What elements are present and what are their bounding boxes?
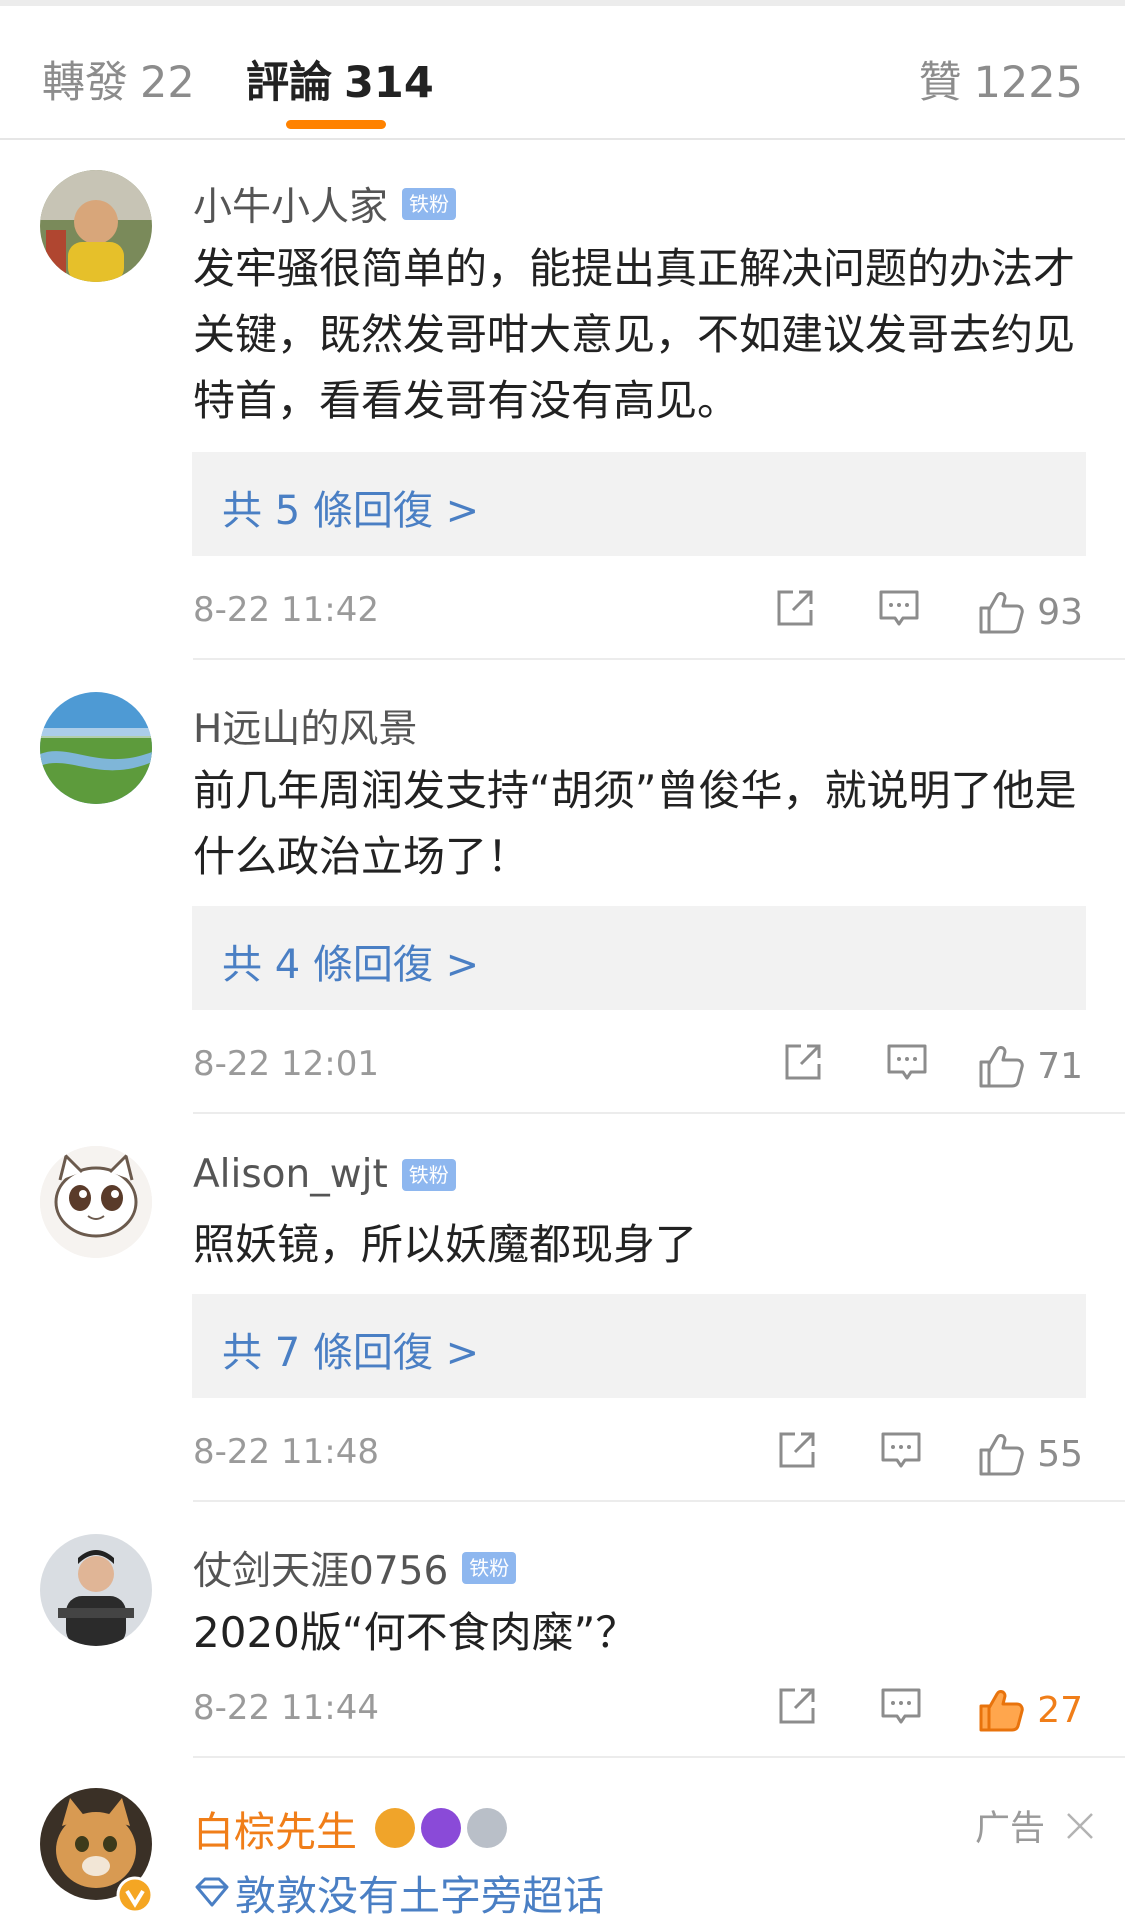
fan-badge: 铁粉 <box>462 1552 517 1584</box>
close-icon[interactable] <box>1065 1811 1095 1841</box>
comment-icon[interactable] <box>877 586 921 630</box>
verified-icon <box>116 1876 154 1914</box>
thumbs-up-icon <box>977 1430 1025 1478</box>
like-button-active[interactable]: 27 <box>977 1680 1083 1740</box>
like-count: 93 <box>1037 591 1083 633</box>
timestamp: 8-22 11:44 <box>193 1688 379 1728</box>
comment-text: 2020版“何不食肉糜”？ <box>193 1608 638 1657</box>
username-text: Alison_wjt <box>193 1152 388 1197</box>
avatar[interactable] <box>40 692 152 804</box>
share-icon[interactable] <box>775 1428 819 1472</box>
like-button[interactable]: 93 <box>977 582 1083 642</box>
comment-text: 前几年周润发支持“胡须”曾俊华，就说明了他是什么政治立场了！ <box>193 766 1077 881</box>
ad-item[interactable]: 白棕先生 广告 敦敦没有土字旁超话 <box>0 1758 1125 1920</box>
username[interactable]: 小牛小人家 铁粉 <box>193 176 457 232</box>
comment-text: 照妖镜，所以妖魔都现身了 <box>193 1220 698 1269</box>
timestamp: 8-22 11:48 <box>193 1432 379 1472</box>
fan-badge: 铁粉 <box>401 1158 456 1191</box>
ad-username[interactable]: 白棕先生 <box>193 1798 507 1858</box>
username[interactable]: Alison_wjt 铁粉 <box>193 1152 456 1197</box>
comment-meta: 8-22 11:48 55 <box>193 1424 1083 1484</box>
username[interactable]: H远山的风景 <box>193 698 417 754</box>
thumbs-up-icon <box>977 588 1025 636</box>
tab-comments[interactable]: 評論 314 <box>246 48 434 110</box>
ad-label-text: 广告 <box>974 1809 1045 1849</box>
avatar[interactable] <box>40 170 152 282</box>
tab-comments-count: 314 <box>344 58 434 108</box>
comment-meta: 8-22 11:42 93 <box>193 582 1083 642</box>
crown-icon <box>375 1808 415 1848</box>
timestamp: 8-22 11:42 <box>193 590 379 630</box>
supertopic-link[interactable]: 敦敦没有土字旁超话 <box>193 1862 604 1922</box>
comment-meta: 8-22 12:01 71 <box>193 1036 1083 1096</box>
thumbs-up-icon <box>977 1042 1025 1090</box>
comment-icon[interactable] <box>885 1040 929 1084</box>
comment-item: Alison_wjt 铁粉 照妖镜，所以妖魔都现身了 共 7 條回復 > 8-2… <box>0 1114 1125 1502</box>
like-count: 27 <box>1037 1689 1083 1731</box>
username[interactable]: 仗剑天涯0756 铁粉 <box>193 1540 517 1596</box>
comment-text: 发牢骚很简单的，能提出真正解决问题的办法才关键，既然发哥咁大意见，不如建议发哥去… <box>193 244 1076 425</box>
avatar[interactable] <box>40 1534 152 1646</box>
like-count: 55 <box>1037 1433 1083 1475</box>
tab-bar: 轉發 22 評論 314 贊 1225 <box>0 6 1125 140</box>
medal-icon <box>467 1808 507 1848</box>
tab-comments-label: 評論 <box>246 58 332 108</box>
avatar[interactable] <box>40 1146 152 1258</box>
comment-icon[interactable] <box>879 1684 923 1728</box>
comment-item: 仗剑天涯0756 铁粉 2020版“何不食肉糜”？ 8-22 11:44 27 <box>0 1502 1125 1758</box>
replies-button[interactable]: 共 5 條回復 > <box>192 452 1086 556</box>
comment-meta: 8-22 11:44 27 <box>193 1680 1083 1740</box>
user-badges <box>369 1808 507 1848</box>
timestamp: 8-22 12:01 <box>193 1044 379 1084</box>
like-button[interactable]: 71 <box>977 1036 1083 1096</box>
tab-repost-label: 轉發 <box>42 58 128 108</box>
thumbs-up-filled-icon <box>977 1686 1025 1734</box>
supertopic-text: 敦敦没有土字旁超话 <box>235 1872 604 1920</box>
share-icon[interactable] <box>775 1684 819 1728</box>
replies-label: 共 4 條回復 > <box>222 942 480 988</box>
tab-likes[interactable]: 贊 1225 <box>919 48 1083 110</box>
tab-repost-count: 22 <box>140 58 195 108</box>
diamond-icon <box>195 1877 229 1907</box>
share-icon[interactable] <box>773 586 817 630</box>
pick-badge-icon <box>421 1808 461 1848</box>
replies-button[interactable]: 共 7 條回復 > <box>192 1294 1086 1398</box>
username-text: 仗剑天涯0756 <box>193 1549 449 1594</box>
replies-button[interactable]: 共 4 條回復 > <box>192 906 1086 1010</box>
fan-badge: 铁粉 <box>402 188 457 220</box>
tab-repost[interactable]: 轉發 22 <box>42 48 195 110</box>
like-button[interactable]: 55 <box>977 1424 1083 1484</box>
like-count: 71 <box>1037 1045 1083 1087</box>
comment-item: H远山的风景 前几年周润发支持“胡须”曾俊华，就说明了他是什么政治立场了！ 共 … <box>0 660 1125 1114</box>
replies-label: 共 7 條回復 > <box>222 1330 480 1376</box>
comment-icon[interactable] <box>879 1428 923 1472</box>
ad-username-text: 白棕先生 <box>193 1808 357 1856</box>
comment-item: 小牛小人家 铁粉 发牢骚很简单的，能提出真正解决问题的办法才关键，既然发哥咁大意… <box>0 138 1125 660</box>
tab-likes-label: 贊 <box>918 58 962 108</box>
tab-likes-count: 1225 <box>973 58 1083 108</box>
ad-label: 广告 <box>975 1800 1095 1851</box>
active-tab-indicator <box>286 120 386 129</box>
replies-label: 共 5 條回復 > <box>222 488 480 534</box>
username-text: H远山的风景 <box>193 707 418 752</box>
username-text: 小牛小人家 <box>193 185 389 230</box>
share-icon[interactable] <box>781 1040 825 1084</box>
